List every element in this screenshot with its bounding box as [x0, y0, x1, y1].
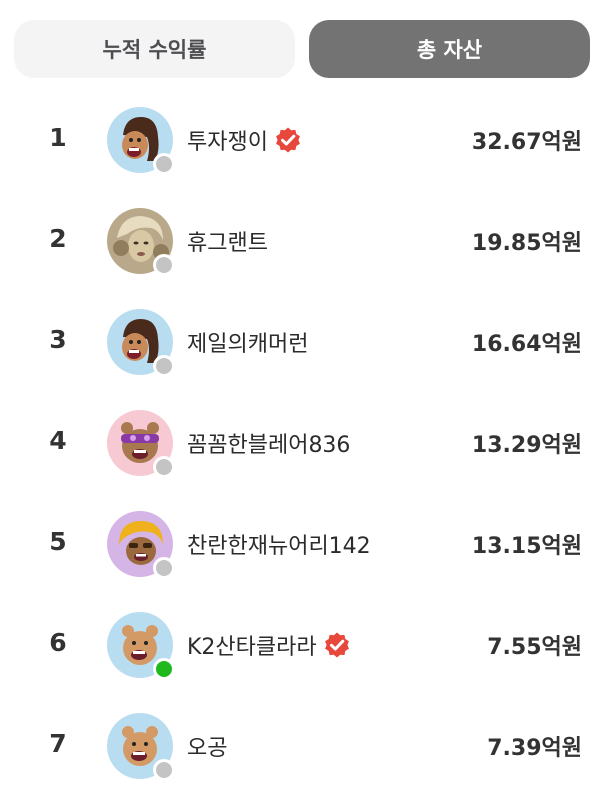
avatar[interactable]	[107, 208, 175, 276]
total-assets-value: 13.29억원	[471, 433, 582, 458]
offline-status-dot	[153, 153, 175, 175]
user-name[interactable]: 투자쟁이	[187, 124, 302, 156]
total-assets-value: 7.39억원	[487, 736, 582, 761]
rank-number: 3	[49, 325, 67, 354]
user-name-label: 찬란한재뉴어리142	[187, 534, 371, 559]
user-name[interactable]: 휴그랜트	[187, 225, 268, 257]
avatar[interactable]	[107, 309, 175, 377]
total-assets-value: 16.64억원	[471, 332, 582, 357]
tab-total-assets[interactable]: 총 자산	[309, 20, 590, 78]
offline-status-dot	[153, 456, 175, 478]
rank-number: 2	[49, 224, 67, 253]
rank-number: 4	[49, 426, 67, 455]
user-name[interactable]: 찬란한재뉴어리142	[187, 528, 371, 560]
offline-status-dot	[153, 557, 175, 579]
user-name-label: K2산타클라라	[187, 635, 317, 660]
avatar[interactable]	[107, 612, 175, 680]
rank-number: 6	[49, 628, 67, 657]
user-name[interactable]: K2산타클라라	[187, 629, 351, 661]
rank-number: 1	[49, 123, 67, 152]
tab-cumulative-return[interactable]: 누적 수익률	[14, 20, 295, 78]
list-item[interactable]: 4 꼼꼼한블레어836 13.29억원	[0, 393, 606, 494]
user-name-label: 제일의캐머런	[187, 332, 309, 357]
user-name-label: 오공	[187, 736, 228, 761]
list-item[interactable]: 1 투자쟁이 32.67억원	[0, 90, 606, 191]
user-name[interactable]: 제일의캐머런	[187, 326, 308, 358]
offline-status-dot	[153, 254, 175, 276]
user-name[interactable]: 꼼꼼한블레어836	[187, 427, 350, 459]
total-assets-value: 19.85억원	[471, 231, 582, 256]
user-name[interactable]: 오공	[187, 730, 227, 762]
ranking-list: 1 투자쟁이 32.67억원 2 휴그랜트 19.85억원 3 제일의캐머런 1…	[0, 90, 606, 797]
user-name-label: 투자쟁이	[187, 130, 268, 155]
avatar[interactable]	[107, 107, 175, 175]
verified-badge-icon	[274, 126, 302, 154]
avatar[interactable]	[107, 511, 175, 579]
verified-badge-icon	[323, 631, 351, 659]
list-item[interactable]: 6 K2산타클라라 7.55억원	[0, 595, 606, 696]
online-status-dot	[153, 658, 175, 680]
avatar[interactable]	[107, 713, 175, 781]
total-assets-value: 7.55억원	[487, 635, 582, 660]
list-item[interactable]: 7 오공 7.39억원	[0, 696, 606, 797]
avatar[interactable]	[107, 410, 175, 478]
offline-status-dot	[153, 759, 175, 781]
user-name-label: 꼼꼼한블레어836	[187, 433, 351, 458]
tab-bar: 누적 수익률 총 자산	[14, 20, 590, 78]
offline-status-dot	[153, 355, 175, 377]
rank-number: 5	[49, 527, 67, 556]
total-assets-value: 32.67억원	[471, 130, 582, 155]
list-item[interactable]: 2 휴그랜트 19.85억원	[0, 191, 606, 292]
total-assets-value: 13.15억원	[471, 534, 582, 559]
list-item[interactable]: 3 제일의캐머런 16.64억원	[0, 292, 606, 393]
rank-number: 7	[49, 729, 67, 758]
list-item[interactable]: 5 찬란한재뉴어리142 13.15억원	[0, 494, 606, 595]
user-name-label: 휴그랜트	[187, 231, 268, 256]
